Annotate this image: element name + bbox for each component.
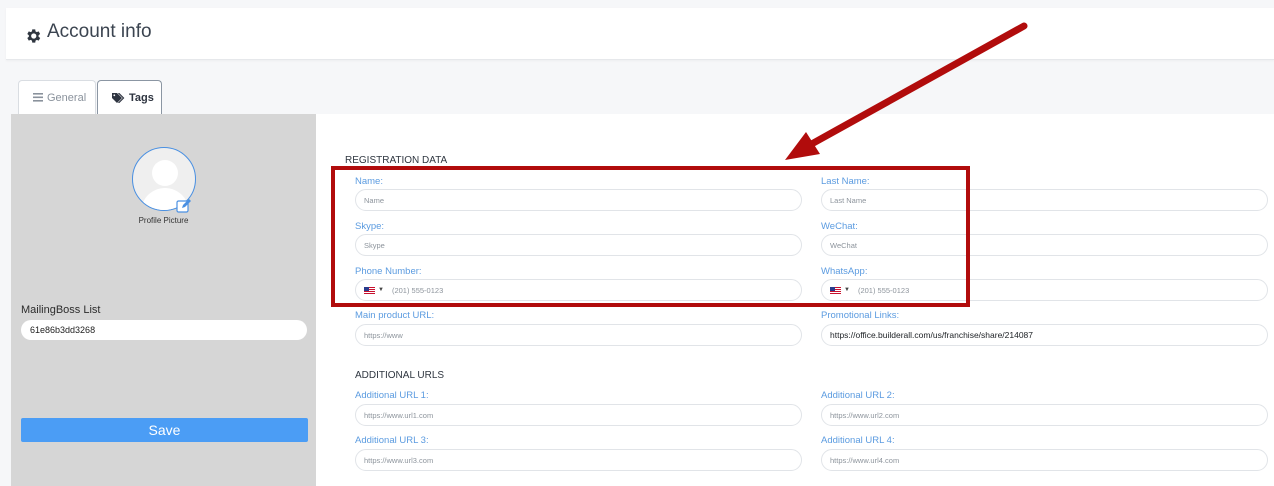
- url1-label: Additional URL 1:: [355, 390, 429, 401]
- tags-icon: [112, 92, 125, 103]
- page-header: Account info: [6, 8, 1274, 60]
- url3-field[interactable]: https://www.url3.com: [355, 449, 802, 471]
- profile-sidebar: Profile Picture MailingBoss List Save: [11, 114, 316, 486]
- url1-field[interactable]: https://www.url1.com: [355, 404, 802, 426]
- mailingboss-input[interactable]: [21, 320, 307, 340]
- edit-icon[interactable]: [176, 198, 192, 214]
- registration-title: REGISTRATION DATA: [345, 155, 448, 166]
- url2-field[interactable]: https://www.url2.com: [821, 404, 1268, 426]
- url4-label: Additional URL 4:: [821, 435, 895, 446]
- list-icon: [33, 93, 43, 102]
- promo-field[interactable]: https://office.builderall.com/us/franchi…: [821, 324, 1268, 346]
- avatar-head-shape: [152, 160, 178, 186]
- page-title: Account info: [47, 21, 152, 42]
- tab-tags[interactable]: Tags: [97, 80, 162, 114]
- promo-label: Promotional Links:: [821, 310, 900, 321]
- url4-field[interactable]: https://www.url4.com: [821, 449, 1268, 471]
- profile-picture-label: Profile Picture: [138, 216, 189, 225]
- url3-label: Additional URL 3:: [355, 435, 429, 446]
- tab-tags-label: Tags: [129, 91, 154, 104]
- url2-label: Additional URL 2:: [821, 390, 895, 401]
- save-button[interactable]: Save: [21, 418, 308, 442]
- mailingboss-label: MailingBoss List: [21, 304, 101, 316]
- main-url-field[interactable]: https://www: [355, 324, 802, 346]
- highlight-box: [331, 166, 970, 307]
- tab-general[interactable]: General: [18, 80, 96, 114]
- tab-general-label: General: [47, 91, 87, 104]
- gear-icon: [27, 29, 41, 43]
- additional-urls-title: ADDITIONAL URLS: [355, 370, 445, 381]
- main-url-label: Main product URL:: [355, 310, 435, 321]
